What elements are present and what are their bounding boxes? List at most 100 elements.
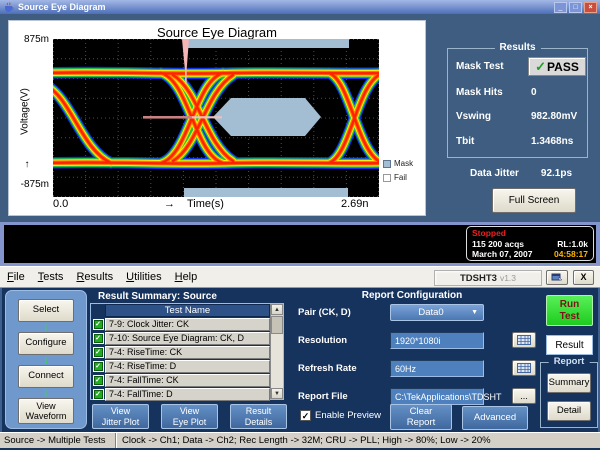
menu-results[interactable]: Results bbox=[76, 271, 113, 283]
scroll-thumb[interactable] bbox=[271, 316, 283, 334]
view-jitter-plot-button[interactable]: View Jitter Plot bbox=[92, 404, 149, 429]
menu-tests[interactable]: Tests bbox=[38, 271, 64, 283]
pass-value: PASS bbox=[547, 60, 579, 74]
configure-button[interactable]: Configure bbox=[18, 332, 74, 355]
workflow-arrow-icon: ↓ bbox=[43, 388, 49, 398]
hide-app-button[interactable] bbox=[546, 270, 568, 285]
enable-preview-checkbox[interactable]: ✓ bbox=[300, 410, 311, 421]
browse-button[interactable]: ... bbox=[512, 388, 536, 404]
resolution-input[interactable]: 1920*1080i bbox=[390, 332, 484, 349]
table-row[interactable]: ✓ 7-4: RiseTime: CK bbox=[91, 346, 270, 359]
app-version-label: TDSHT3 v1.3 bbox=[434, 270, 542, 286]
summary-button[interactable]: Summary bbox=[547, 373, 591, 393]
app-name: TDSHT3 bbox=[460, 273, 497, 284]
resolution-label: Resolution bbox=[298, 335, 347, 346]
acquisition-strip: Stopped 115 200 acqs RL:1.0k March 07, 2… bbox=[4, 225, 596, 263]
table-row[interactable]: ✓ 7-10: Source Eye Diagram: CK, D bbox=[91, 332, 270, 345]
connect-button[interactable]: Connect bbox=[18, 365, 74, 388]
results-groupbox: Results Mask Test ✓ PASS Mask Hits 0 Vsw… bbox=[447, 48, 588, 158]
result-button[interactable]: Result bbox=[546, 335, 593, 355]
report-groupbox-title: Report bbox=[549, 356, 590, 367]
table-row[interactable]: ✓ 7-4: FallTime: D bbox=[91, 388, 270, 401]
y-axis-title: Voltage(V) bbox=[20, 72, 31, 152]
eye-diagram-plot-panel: Source Eye Diagram bbox=[8, 20, 426, 216]
mask-hits-row: Mask Hits 0 bbox=[456, 87, 584, 98]
pass-check-icon: ✓ bbox=[94, 320, 103, 329]
mask-hits-label: Mask Hits bbox=[456, 87, 503, 98]
select-button[interactable]: Select bbox=[18, 299, 74, 322]
exit-app-button[interactable]: X bbox=[573, 270, 594, 285]
mask-swatch-icon bbox=[383, 160, 391, 168]
detail-button[interactable]: Detail bbox=[547, 401, 591, 421]
test-name[interactable]: 7-9: Clock Jitter: CK bbox=[105, 318, 270, 331]
legend-fail-label: Fail bbox=[394, 173, 407, 182]
eye-diagram-plot[interactable] bbox=[53, 39, 379, 197]
test-name[interactable]: 7-4: FallTime: CK bbox=[105, 374, 270, 387]
view-eye-plot-button[interactable]: View Eye Plot bbox=[161, 404, 218, 429]
java-icon bbox=[3, 2, 14, 13]
x-axis-max-label: 2.69n bbox=[341, 198, 369, 210]
test-name[interactable]: 7-4: RiseTime: D bbox=[105, 360, 270, 373]
vswing-label: Vswing bbox=[456, 111, 491, 122]
vswing-row: Vswing 982.80mV bbox=[456, 111, 584, 122]
test-name[interactable]: 7-4: RiseTime: CK bbox=[105, 346, 270, 359]
vswing-value: 982.80mV bbox=[531, 111, 577, 122]
list-scrollbar[interactable]: ▲ ▼ bbox=[270, 304, 283, 399]
results-panel: Results Mask Test ✓ PASS Mask Hits 0 Vsw… bbox=[427, 14, 600, 222]
y-axis-arrow-icon: ↑ bbox=[15, 159, 39, 170]
pair-dropdown[interactable]: Data0 ▼ bbox=[390, 304, 484, 321]
run-test-button[interactable]: Run Test bbox=[546, 295, 593, 326]
menu-utilities[interactable]: Utilities bbox=[126, 271, 161, 283]
table-row[interactable]: ✓ 7-4: FallTime: CK bbox=[91, 374, 270, 387]
scroll-down-icon[interactable]: ▼ bbox=[271, 388, 283, 399]
result-summary-list: Test Name ✓ 7-9: Clock Jitter: CK ✓ 7-10… bbox=[90, 303, 284, 400]
legend-mask-label: Mask bbox=[394, 159, 413, 168]
plot-title: Source Eye Diagram bbox=[9, 25, 425, 40]
workflow-panel: Select ↓ Configure ↓ Connect ↓ View Wave… bbox=[5, 290, 87, 429]
scroll-up-icon[interactable]: ▲ bbox=[271, 304, 283, 315]
y-axis-max-label: 875m bbox=[11, 34, 49, 45]
pass-badge: ✓ PASS bbox=[528, 57, 586, 76]
clear-report-button[interactable]: Clear Report bbox=[390, 404, 452, 430]
report-groupbox: Report Summary Detail bbox=[540, 362, 598, 428]
main-control-panel: Select ↓ Configure ↓ Connect ↓ View Wave… bbox=[0, 288, 600, 432]
y-axis-min-label: -875m bbox=[9, 179, 49, 190]
view-waveform-button[interactable]: View Waveform bbox=[18, 398, 74, 424]
window-title: Source Eye Diagram bbox=[18, 2, 106, 12]
status-source: Source -> Multiple Tests bbox=[0, 433, 116, 448]
maximize-icon[interactable]: □ bbox=[569, 2, 582, 13]
enable-preview-label: Enable Preview bbox=[315, 410, 381, 421]
window-controls: _ □ × bbox=[554, 2, 597, 13]
advanced-button[interactable]: Advanced bbox=[462, 406, 528, 430]
report-file-label: Report File bbox=[298, 391, 348, 402]
window-titlebar[interactable]: Source Eye Diagram _ □ × bbox=[0, 0, 600, 14]
report-file-input[interactable]: C:\TekApplications\TDSHT bbox=[390, 388, 484, 405]
x-axis-title: Time(s) bbox=[187, 198, 224, 210]
record-length: RL:1.0k bbox=[557, 239, 588, 249]
refresh-rate-input[interactable]: 60Hz bbox=[390, 360, 484, 377]
acquisition-count: 115 200 acqs bbox=[472, 239, 524, 249]
refresh-keypad-button[interactable] bbox=[512, 360, 536, 376]
resolution-keypad-button[interactable] bbox=[512, 332, 536, 348]
keypad-icon bbox=[517, 363, 531, 373]
workflow-arrow-icon: ↓ bbox=[43, 355, 49, 365]
pass-check-icon: ✓ bbox=[94, 362, 103, 371]
full-screen-button[interactable]: Full Screen bbox=[492, 188, 576, 213]
mask-test-row: Mask Test ✓ PASS bbox=[456, 61, 584, 72]
chevron-down-icon: ▼ bbox=[471, 309, 483, 316]
data-jitter-label: Data Jitter bbox=[470, 168, 519, 179]
tdsht3-application: Source Eye Diagram _ □ × Source Eye Diag… bbox=[0, 0, 600, 450]
pass-check-icon: ✓ bbox=[94, 334, 103, 343]
close-icon[interactable]: × bbox=[584, 2, 597, 13]
test-name[interactable]: 7-10: Source Eye Diagram: CK, D bbox=[105, 332, 270, 345]
menu-file[interactable]: File bbox=[7, 271, 25, 283]
pair-label: Pair (CK, D) bbox=[298, 307, 351, 318]
result-details-button[interactable]: Result Details bbox=[230, 404, 287, 429]
table-row[interactable]: ✓ 7-4: RiseTime: D bbox=[91, 360, 270, 373]
table-row[interactable]: ✓ 7-9: Clock Jitter: CK bbox=[91, 318, 270, 331]
test-name[interactable]: 7-4: FallTime: D bbox=[105, 388, 270, 401]
menu-help[interactable]: Help bbox=[175, 271, 198, 283]
minimize-icon[interactable]: _ bbox=[554, 2, 567, 13]
tbit-value: 1.3468ns bbox=[531, 136, 573, 147]
pair-value: Data0 bbox=[391, 307, 471, 318]
